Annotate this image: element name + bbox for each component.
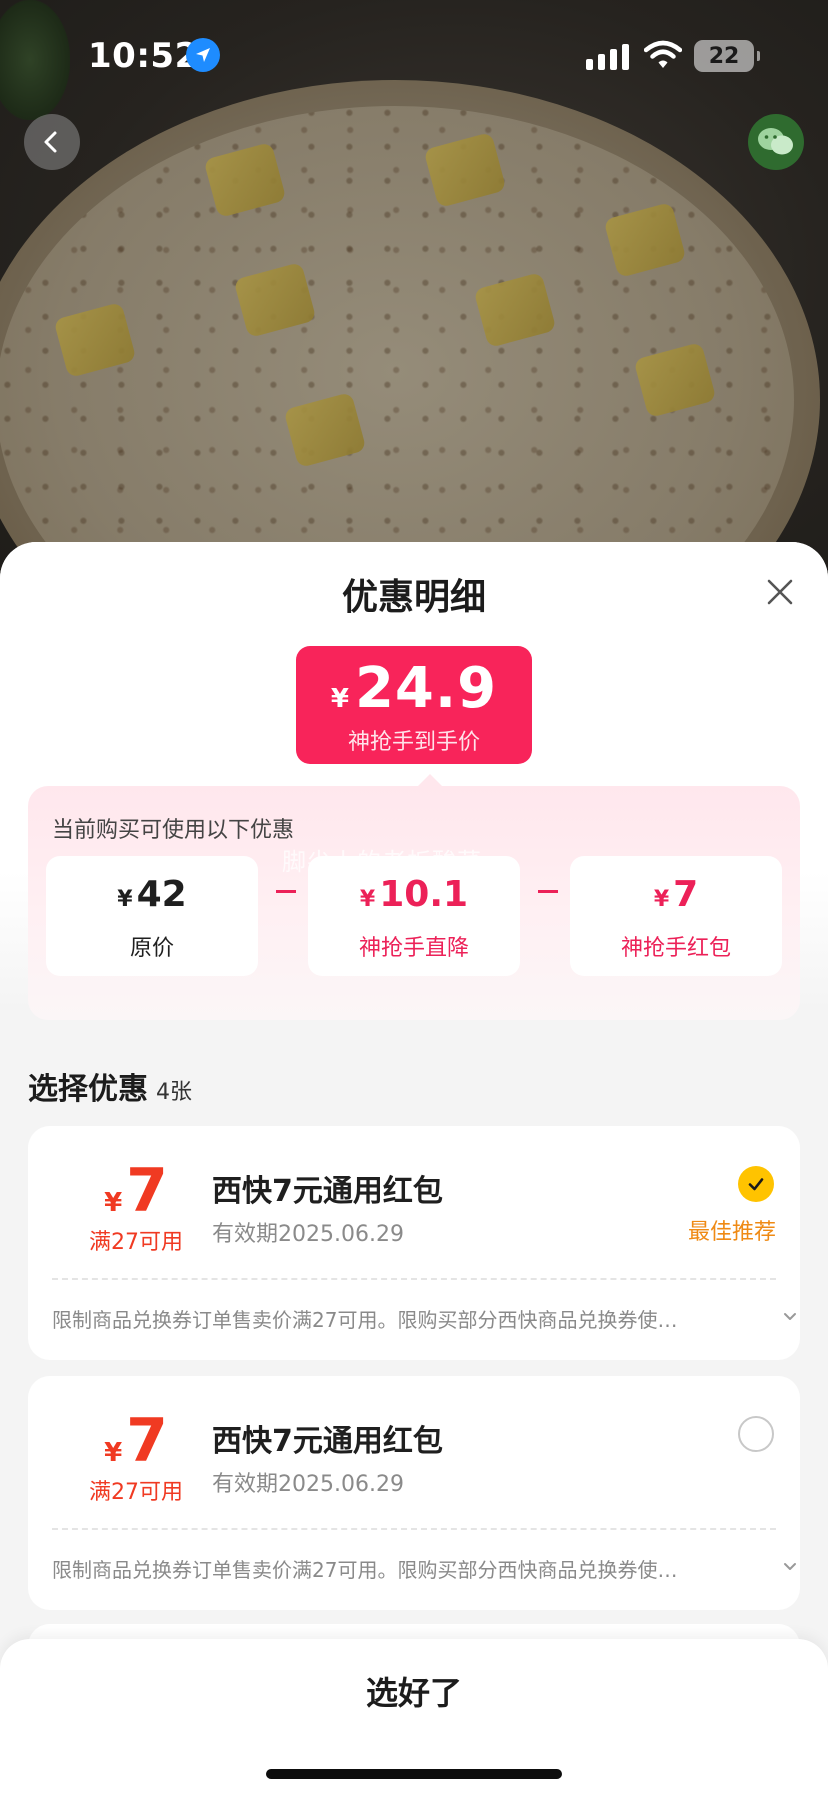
bottom-action-bar: 选好了 <box>0 1639 828 1795</box>
direct-discount-label: 神抢手直降 <box>358 936 469 961</box>
currency-symbol: ¥ <box>117 887 133 912</box>
dashed-divider <box>52 1278 776 1280</box>
direct-discount-value: 10.1 <box>379 874 469 915</box>
currency-symbol: ¥ <box>653 887 670 912</box>
coupon-amount: 7 <box>126 1406 168 1476</box>
promo-hint: 当前购买可使用以下优惠 <box>52 818 295 843</box>
sheet-title: 优惠明细 <box>341 577 486 618</box>
final-price-badge: ¥ 24.9 神抢手到手价 <box>296 646 532 764</box>
coupon-count: 4张 <box>156 1080 192 1105</box>
original-price-box: ¥ 42 原价 <box>46 856 258 976</box>
confirm-button[interactable]: 选好了 <box>0 1639 828 1743</box>
status-time: 10:52 <box>88 36 199 76</box>
choose-discount-heading: 选择优惠 4张 <box>28 1064 192 1108</box>
currency-symbol: ¥ <box>359 887 376 912</box>
original-price-label: 原价 <box>129 936 174 961</box>
red-packet-label: 神抢手红包 <box>620 936 731 961</box>
home-indicator <box>266 1769 562 1779</box>
chevron-down-icon[interactable] <box>780 1306 800 1326</box>
choose-discount-title: 选择优惠 <box>28 1072 148 1107</box>
best-recommend-tag: 最佳推荐 <box>687 1220 776 1245</box>
coupon-description: 限制商品兑换券订单售卖价满27可用。限购买部分西快商品兑换券使… <box>52 1308 678 1332</box>
dashed-divider <box>52 1528 776 1530</box>
wechat-share-button[interactable] <box>748 114 804 170</box>
chevron-down-icon[interactable] <box>780 1556 800 1576</box>
close-button[interactable] <box>758 570 802 614</box>
status-bar: 10:52 22 <box>0 0 828 110</box>
discount-detail-sheet: 优惠明细 ¥ 24.9 神抢手到手价 当前购买可使用以下优惠 ¥ 42 原价 ¥… <box>0 542 828 1795</box>
red-packet-value: 7 <box>673 874 699 915</box>
coupon-card[interactable]: ¥ 7 满27可用 西快7元通用红包 有效期2025.06.29 最佳推荐 限制… <box>28 1126 800 1360</box>
coupon-selected-checkbox[interactable] <box>738 1166 774 1202</box>
currency-symbol: ¥ <box>104 1438 123 1468</box>
location-arrow-icon <box>186 38 220 72</box>
coupon-description: 限制商品兑换券订单售卖价满27可用。限购买部分西快商品兑换券使… <box>52 1558 678 1582</box>
coupon-radio-button[interactable] <box>738 1416 774 1452</box>
coupon-name: 西快7元通用红包 <box>212 1174 443 1209</box>
chevron-left-icon <box>44 131 57 153</box>
final-price-caption: 神抢手到手价 <box>347 730 480 755</box>
coupon-threshold: 满27可用 <box>89 1480 183 1505</box>
red-packet-box: ¥ 7 神抢手红包 <box>570 856 782 976</box>
battery-icon: 22 <box>694 40 760 72</box>
coupon-threshold: 满27可用 <box>89 1230 183 1255</box>
final-price: 24.9 <box>354 656 498 721</box>
cellular-signal-icon <box>586 44 630 74</box>
watermark-text: 脚尖上的老板酸菜 <box>282 848 482 876</box>
coupon-validity: 有效期2025.06.29 <box>212 1472 404 1497</box>
coupon-validity: 有效期2025.06.29 <box>212 1222 404 1247</box>
checkmark-icon <box>748 1178 764 1191</box>
original-price-value: 42 <box>136 874 187 915</box>
wifi-icon <box>643 40 683 74</box>
minus-sign <box>276 890 296 893</box>
coupon-amount: 7 <box>126 1156 168 1226</box>
close-icon <box>767 579 793 605</box>
wechat-icon <box>758 128 793 155</box>
back-button[interactable] <box>24 114 80 170</box>
currency-symbol: ¥ <box>330 684 349 714</box>
price-breakdown-panel: 当前购买可使用以下优惠 ¥ 42 原价 ¥ 10.1 神抢手直降 ¥ 7 神抢手… <box>28 774 800 1020</box>
coupon-card[interactable]: ¥ 7 满27可用 西快7元通用红包 有效期2025.06.29 限制商品兑换券… <box>28 1376 800 1610</box>
minus-sign <box>538 890 558 893</box>
currency-symbol: ¥ <box>104 1188 123 1218</box>
coupon-name: 西快7元通用红包 <box>212 1424 443 1459</box>
